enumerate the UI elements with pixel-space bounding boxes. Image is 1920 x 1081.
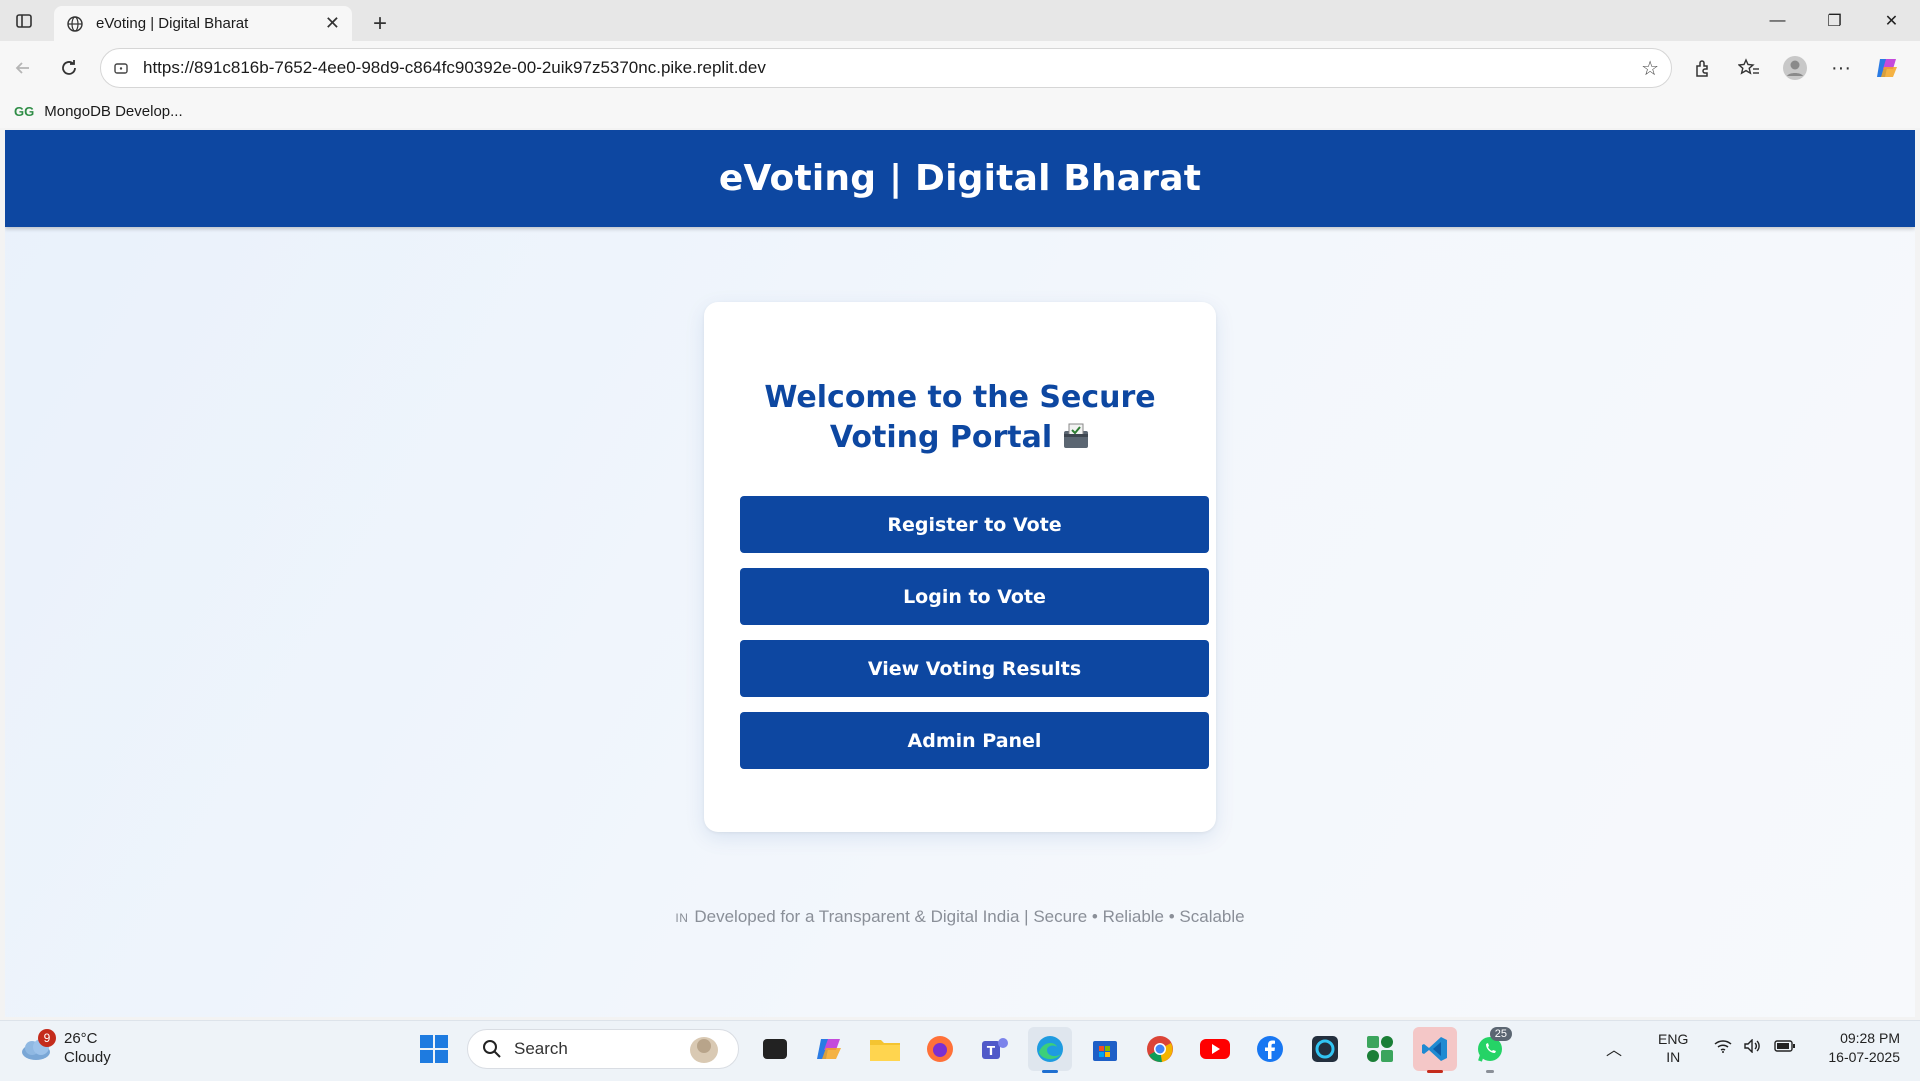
clock-date: 16-07-2025 <box>1828 1049 1900 1065</box>
close-window-icon[interactable]: ✕ <box>1863 0 1920 41</box>
favorites-icon[interactable] <box>1726 45 1772 91</box>
facebook-icon[interactable] <box>1248 1027 1292 1071</box>
teams-icon[interactable]: T <box>973 1027 1017 1071</box>
login-to-vote-button[interactable]: Login to Vote <box>740 568 1209 625</box>
site-header: eVoting | Digital Bharat <box>5 130 1915 227</box>
tab-title: eVoting | Digital Bharat <box>96 15 249 32</box>
extensions-icon[interactable] <box>1680 45 1726 91</box>
footer-text: Developed for a Transparent & Digital In… <box>694 907 1245 926</box>
weather-condition: Cloudy <box>64 1049 111 1066</box>
whatsapp-unread-badge: 25 <box>1489 1027 1512 1041</box>
tab-actions-icon <box>16 13 32 28</box>
back-button[interactable] <box>0 45 46 91</box>
whatsapp-icon[interactable]: 25 <box>1468 1027 1512 1073</box>
refresh-icon <box>62 60 76 75</box>
site-title: eVoting | Digital Bharat <box>718 158 1202 199</box>
weather-alert-badge: 9 <box>38 1029 56 1047</box>
language-indicator[interactable]: ENG IN <box>1658 1030 1688 1066</box>
wifi-icon[interactable] <box>1714 1039 1732 1058</box>
browser-tab-bar: eVoting | Digital Bharat ✕ + — ❐ ✕ <box>0 0 1920 41</box>
alexa-app-icon[interactable] <box>1303 1027 1347 1071</box>
temperature: 26°C <box>64 1030 98 1047</box>
microsoft-store-icon[interactable] <box>1083 1027 1127 1071</box>
battery-icon[interactable] <box>1774 1039 1796 1057</box>
search-placeholder: Search <box>514 1039 568 1058</box>
welcome-title: Welcome to the Secure Voting Portal <box>724 378 1196 458</box>
cloud-icon: 9 <box>20 1029 56 1061</box>
firefox-icon[interactable] <box>918 1027 962 1071</box>
file-explorer-icon[interactable] <box>863 1027 907 1071</box>
replit-app-icon[interactable] <box>1358 1027 1402 1071</box>
tab-actions-button[interactable] <box>0 0 48 41</box>
welcome-title-text: Welcome to the Secure Voting Portal <box>764 380 1156 455</box>
show-hidden-icons-chevron-icon[interactable]: ︿ <box>1606 1036 1622 1060</box>
edge-icon[interactable] <box>1028 1027 1072 1073</box>
window-controls: — ❐ ✕ <box>1749 0 1920 41</box>
minimize-icon[interactable]: — <box>1749 0 1806 41</box>
svg-text:T: T <box>987 1044 996 1058</box>
task-view-icon[interactable] <box>753 1027 797 1071</box>
browser-tab[interactable]: eVoting | Digital Bharat ✕ <box>54 6 352 41</box>
volume-icon[interactable] <box>1744 1037 1762 1058</box>
weather-widget[interactable]: 9 26°C Cloudy <box>20 1029 111 1067</box>
url-text[interactable]: https://891c816b-7652-4ee0-98d9-c864fc90… <box>143 58 1641 78</box>
windows-logo-icon <box>420 1035 448 1063</box>
profile-avatar[interactable] <box>1772 45 1818 91</box>
chrome-icon[interactable] <box>1138 1027 1182 1071</box>
page-viewport: eVoting | Digital Bharat Welcome to the … <box>5 130 1915 1017</box>
more-options-icon[interactable]: ··· <box>1818 45 1864 91</box>
favorite-star-icon[interactable]: ☆ <box>1641 56 1659 81</box>
taskbar-search[interactable]: Search <box>467 1029 739 1069</box>
browser-right-tools: ··· <box>1680 45 1910 91</box>
language-region: IN <box>1666 1049 1681 1065</box>
clock-time: 09:28 PM <box>1840 1030 1900 1046</box>
restore-icon[interactable]: ❐ <box>1806 0 1863 41</box>
geeksforgeeks-icon: GG <box>14 104 35 119</box>
welcome-card: Welcome to the Secure Voting Portal Regi… <box>704 302 1216 832</box>
copilot-app-icon[interactable] <box>808 1027 852 1071</box>
new-tab-button[interactable]: + <box>360 6 400 41</box>
bookmark-mongodb[interactable]: MongoDB Develop... <box>44 103 182 120</box>
back-arrow-icon <box>15 62 29 74</box>
search-highlight-image <box>690 1037 718 1063</box>
search-icon <box>483 1040 501 1058</box>
admin-panel-button[interactable]: Admin Panel <box>740 712 1209 769</box>
system-clock[interactable]: 09:28 PM 16-07-2025 <box>1828 1029 1900 1067</box>
vscode-icon[interactable] <box>1413 1027 1457 1073</box>
youtube-icon[interactable] <box>1193 1027 1237 1071</box>
refresh-button[interactable] <box>46 45 92 91</box>
view-voting-results-button[interactable]: View Voting Results <box>740 640 1209 697</box>
site-info-icon[interactable] <box>113 60 129 76</box>
close-tab-icon[interactable]: ✕ <box>325 13 340 34</box>
register-to-vote-button[interactable]: Register to Vote <box>740 496 1209 553</box>
globe-icon <box>67 15 83 32</box>
windows-taskbar: 9 26°C Cloudy Search T 25 ︿ ENG IN 09:28… <box>0 1020 1920 1081</box>
language-primary: ENG <box>1658 1031 1689 1047</box>
taskbar-apps: Search T 25 <box>412 1027 1523 1073</box>
copilot-icon[interactable] <box>1864 45 1910 91</box>
system-tray: ︿ ENG IN 09:28 PM 16-07-2025 <box>1600 1029 1900 1067</box>
india-flag-icon: IN <box>675 911 689 925</box>
address-bar[interactable]: https://891c816b-7652-4ee0-98d9-c864fc90… <box>100 48 1672 88</box>
page-footer: IN Developed for a Transparent & Digital … <box>5 907 1915 927</box>
ballot-box-icon <box>1064 423 1089 448</box>
browser-toolbar: https://891c816b-7652-4ee0-98d9-c864fc90… <box>0 41 1920 95</box>
bookmarks-bar: GG MongoDB Develop... <box>0 95 1920 128</box>
start-button[interactable] <box>412 1027 456 1071</box>
